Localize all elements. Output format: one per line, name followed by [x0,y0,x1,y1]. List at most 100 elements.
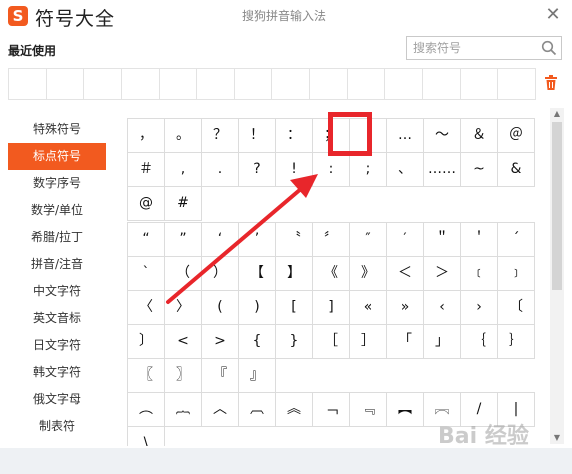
sidebar-item[interactable]: 日文字符 [8,332,106,359]
symbol-cell[interactable]: · [350,119,387,153]
symbol-cell[interactable]: « [350,291,387,325]
symbol-cell[interactable]: ﹝ [461,257,498,291]
symbol-cell[interactable]: 〈 [128,291,165,325]
scroll-down-icon[interactable]: ▼ [550,432,564,444]
symbol-cell[interactable]: ( [202,291,239,325]
vertical-scrollbar[interactable]: ▲ ▼ [550,108,564,444]
recent-cell[interactable] [498,69,535,99]
symbol-cell[interactable]: ﹁ [313,393,350,427]
symbol-cell[interactable]: ︻ [387,393,424,427]
symbol-cell[interactable]: ” [165,223,202,257]
symbol-cell[interactable]: 〕 [128,325,165,359]
symbol-cell[interactable]: ﹞ [498,257,535,291]
symbol-cell[interactable]: “ [128,223,165,257]
symbol-cell[interactable]: ) [239,291,276,325]
sidebar-item[interactable]: 标点符号 [8,143,106,170]
recent-cell[interactable] [122,69,160,99]
symbol-cell[interactable]: › [461,291,498,325]
symbol-cell[interactable]: 〉 [165,291,202,325]
symbol-cell[interactable]: ｝ [498,325,535,359]
symbol-cell[interactable]: … [387,119,424,153]
search-box[interactable] [406,36,562,60]
recent-cell[interactable] [197,69,235,99]
symbol-cell[interactable]: ˊ [498,223,535,257]
symbol-cell[interactable]: & [498,153,535,187]
symbol-cell[interactable]: ＇ [461,223,498,257]
symbol-cell[interactable]: [ [276,291,313,325]
symbol-cell[interactable]: ｛ [461,325,498,359]
symbol-cell[interactable]: ′ [387,223,424,257]
recent-cell[interactable] [385,69,424,99]
recent-cell[interactable] [47,69,85,99]
symbol-cell[interactable]: ） [202,257,239,291]
recent-cell[interactable] [235,69,273,99]
symbol-cell[interactable]: 〝 [276,223,313,257]
recent-cell[interactable] [84,69,122,99]
symbol-cell[interactable]: 《 [313,257,350,291]
symbol-cell[interactable]: ］ [350,325,387,359]
symbol-cell[interactable]: > [202,325,239,359]
symbol-cell[interactable]: 》 [350,257,387,291]
symbol-cell[interactable]: 』 [239,359,276,393]
symbol-cell[interactable]: ＂ [424,223,461,257]
symbol-cell[interactable]: ‘ [202,223,239,257]
sidebar-item[interactable]: 制表符 [8,413,106,440]
symbol-cell[interactable]: 〖 [128,359,165,393]
sidebar-item[interactable]: 俄文字母 [8,386,106,413]
trash-icon[interactable] [544,75,558,91]
symbol-cell[interactable]: } [276,325,313,359]
symbol-cell[interactable]: » [387,291,424,325]
symbol-cell[interactable]: \ [128,427,165,446]
scroll-up-icon[interactable]: ▲ [550,108,564,120]
symbol-cell[interactable]: 。 [165,119,202,153]
symbol-cell[interactable]: # [165,187,202,221]
sidebar-item[interactable]: 希腊/拉丁 [8,224,106,251]
close-button[interactable]: ✕ [538,2,568,30]
symbol-cell[interactable]: , [165,153,202,187]
symbol-cell[interactable]: 〞 [313,223,350,257]
symbol-cell[interactable]: ; [350,153,387,187]
symbol-cell[interactable]: 『 [202,359,239,393]
sidebar-item[interactable]: 数字序号 [8,170,106,197]
symbol-cell[interactable]: ’ [239,223,276,257]
symbol-cell[interactable]: 、 [387,153,424,187]
recent-cell[interactable] [310,69,348,99]
symbol-cell[interactable]: ［ [313,325,350,359]
recent-cell[interactable] [461,69,499,99]
symbol-cell[interactable]: @ [128,187,165,221]
symbol-cell[interactable]: ] [313,291,350,325]
symbol-cell[interactable]: ＞ [424,257,461,291]
sidebar-item[interactable]: 数学/单位 [8,197,106,224]
symbol-cell[interactable]: ＠ [498,119,535,153]
symbol-cell[interactable]: ~ [461,153,498,187]
symbol-cell[interactable]: 「 [387,325,424,359]
symbol-cell[interactable]: . [202,153,239,187]
sidebar-item[interactable]: 中文字符 [8,278,106,305]
recent-cell[interactable] [272,69,311,99]
symbol-cell[interactable]: < [165,325,202,359]
symbol-cell[interactable]: : [313,153,350,187]
symbol-cell[interactable]: ‹ [424,291,461,325]
symbol-cell[interactable]: 【 [239,257,276,291]
symbol-cell[interactable]: ＃ [128,153,165,187]
symbol-cell[interactable]: ! [276,153,313,187]
symbol-cell[interactable]: 〗 [165,359,202,393]
symbol-cell[interactable]: ″ [350,223,387,257]
symbol-cell[interactable]: 】 [276,257,313,291]
symbol-cell[interactable]: （ [165,257,202,291]
symbol-cell[interactable]: ～ [424,119,461,153]
recent-cell[interactable] [423,69,461,99]
symbol-cell[interactable]: …… [424,153,461,187]
symbol-cell[interactable]: 」 [424,325,461,359]
symbol-cell[interactable]: ！ [239,119,276,153]
sidebar-item[interactable]: 韩文字符 [8,359,106,386]
sidebar-item[interactable]: 特殊符号 [8,116,106,143]
sidebar-item[interactable]: 英文音标 [8,305,106,332]
symbol-cell[interactable]: ˋ [128,257,165,291]
symbol-cell[interactable]: { [239,325,276,359]
scroll-thumb[interactable] [552,122,562,290]
symbol-cell[interactable]: ＆ [461,119,498,153]
symbol-cell[interactable]: ？ [202,119,239,153]
symbol-cell[interactable]: 〔 [498,291,535,325]
symbol-cell[interactable]: ? [239,153,276,187]
